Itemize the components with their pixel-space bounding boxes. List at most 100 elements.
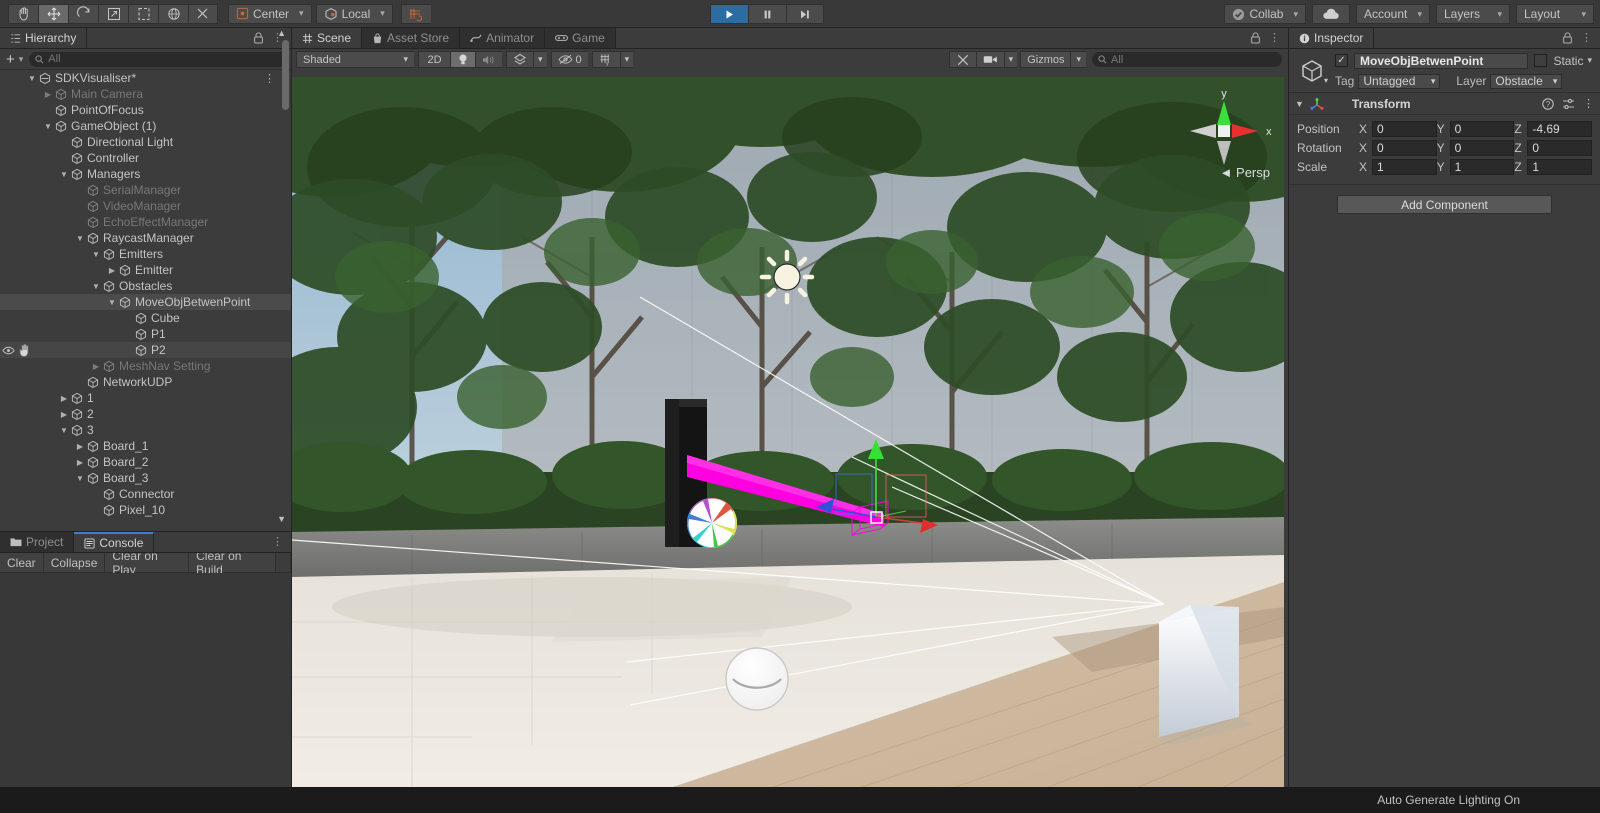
hierarchy-item-raycastmanager[interactable]: ▼ RaycastManager xyxy=(0,230,291,246)
hierarchy-item-pixel-10[interactable]: ▶Pixel_10 xyxy=(0,502,291,518)
hierarchy-item-pointoffocus[interactable]: ▶PointOfFocus xyxy=(0,102,291,118)
rotation-y-input[interactable]: 0 xyxy=(1449,139,1515,156)
cloud-button[interactable] xyxy=(1312,4,1350,24)
twod-toggle-button[interactable]: 2D xyxy=(418,51,450,68)
tab-hierarchy[interactable]: Hierarchy xyxy=(0,28,88,48)
hierarchy-item-meshnav-setting[interactable]: ▶ MeshNav Setting xyxy=(0,358,291,374)
tab-animator[interactable]: Animator xyxy=(460,28,546,48)
scene-audio-toggle[interactable] xyxy=(475,51,502,68)
foldout-expanded-icon[interactable]: ▼ xyxy=(58,170,70,179)
foldout-expanded-icon[interactable]: ▼ xyxy=(90,250,102,259)
foldout-collapsed-icon[interactable]: ▶ xyxy=(58,394,70,403)
draw-mode-dropdown[interactable]: Shaded ▾ xyxy=(296,51,414,68)
foldout-expanded-icon[interactable]: ▼ xyxy=(74,474,86,483)
preset-icon[interactable] xyxy=(1562,98,1575,110)
hierarchy-item-connector[interactable]: ▶Connector xyxy=(0,486,291,502)
gizmos-dropdown[interactable]: ▾ xyxy=(1070,51,1086,68)
move-tool-button[interactable] xyxy=(38,3,68,24)
tab-project[interactable]: Project xyxy=(0,532,75,552)
hierarchy-item-p1[interactable]: ▶P1 xyxy=(0,326,291,342)
account-button[interactable]: Account xyxy=(1356,4,1430,24)
rotate-tool-button[interactable] xyxy=(68,3,98,24)
scene-menu-icon[interactable]: ⋮ xyxy=(1269,33,1280,44)
foldout-collapsed-icon[interactable]: ▶ xyxy=(58,410,70,419)
foldout-expanded-icon[interactable]: ▼ xyxy=(74,234,86,243)
scale-y-input[interactable]: 1 xyxy=(1449,158,1515,175)
scene-lighting-toggle[interactable] xyxy=(450,51,475,68)
hierarchy-scroll-thumb[interactable] xyxy=(282,40,289,110)
console-log-area[interactable] xyxy=(0,573,291,813)
scene-grid-dropdown[interactable]: ▾ xyxy=(619,51,634,68)
hierarchy-item-p2[interactable]: ▶P2 xyxy=(0,342,291,358)
hierarchy-item-moveobjbetwenpoint[interactable]: ▼ MoveObjBetwenPoint xyxy=(0,294,291,310)
snap-grid-button[interactable] xyxy=(400,3,431,24)
tag-dropdown[interactable]: Untagged ▾ xyxy=(1358,73,1441,89)
hierarchy-item-sdkvisualiser[interactable]: ▼ SDKVisualiser* ⋮ xyxy=(0,70,291,86)
custom-tool-button[interactable] xyxy=(188,3,218,24)
collab-button[interactable]: Collab xyxy=(1224,4,1306,24)
position-x-input[interactable]: 0 xyxy=(1372,120,1437,137)
layout-button[interactable]: Layout xyxy=(1516,4,1594,24)
scene-fx-button[interactable] xyxy=(506,51,533,68)
scale-tool-button[interactable] xyxy=(98,3,128,24)
position-y-input[interactable]: 0 xyxy=(1449,120,1515,137)
play-button[interactable] xyxy=(710,4,748,24)
hierarchy-item-board-2[interactable]: ▶ Board_2 xyxy=(0,454,291,470)
scene-camera-dropdown[interactable]: ▾ xyxy=(1003,51,1018,68)
foldout-expanded-icon[interactable]: ▼ xyxy=(90,282,102,291)
create-dropdown-arrow-icon[interactable]: ▾ xyxy=(19,54,28,65)
tab-asset-store[interactable]: Asset Store xyxy=(362,28,461,48)
create-object-button[interactable]: + xyxy=(4,52,17,67)
foldout-expanded-icon[interactable]: ▼ xyxy=(42,122,54,131)
scale-z-input[interactable]: 1 xyxy=(1527,158,1593,175)
inspector-menu-icon[interactable]: ⋮ xyxy=(1581,33,1592,44)
lock-icon[interactable] xyxy=(253,32,264,44)
hierarchy-item-serialmanager[interactable]: ▶SerialManager xyxy=(0,182,291,198)
tab-scene[interactable]: Scene xyxy=(292,28,363,48)
pause-button[interactable] xyxy=(748,4,786,24)
visibility-toggle-group[interactable] xyxy=(2,342,31,358)
perspective-label[interactable]: ◄ Persp xyxy=(1220,165,1270,180)
scale-x-input[interactable]: 1 xyxy=(1372,158,1437,175)
lock-icon[interactable] xyxy=(1562,32,1573,44)
tab-game[interactable]: Game xyxy=(545,28,616,48)
foldout-collapsed-icon[interactable]: ▶ xyxy=(42,90,54,99)
scroll-up-arrow-icon[interactable]: ▲ xyxy=(277,28,286,38)
scene-tools-button[interactable] xyxy=(948,51,976,68)
console-clear-button[interactable]: Clear xyxy=(0,553,44,572)
hierarchy-tree[interactable]: ▼SDKVisualiser*⋮▶Main Camera▶PointOfFocu… xyxy=(0,70,291,531)
scene-fx-dropdown[interactable]: ▾ xyxy=(533,51,547,68)
hierarchy-item-emitter[interactable]: ▶ Emitter xyxy=(0,262,291,278)
scene-search-input[interactable]: All xyxy=(1092,52,1282,67)
hierarchy-item-managers[interactable]: ▼ Managers xyxy=(0,166,291,182)
object-name-field[interactable]: MoveObjBetwenPoint xyxy=(1354,52,1529,69)
layers-button[interactable]: Layers xyxy=(1436,4,1510,24)
hierarchy-item-board-1[interactable]: ▶ Board_1 xyxy=(0,438,291,454)
console-collapse-button[interactable]: Collapse xyxy=(43,553,106,572)
console-clear-on-build-button[interactable]: Clear on Build xyxy=(189,549,276,577)
foldout-expanded-icon[interactable]: ▼ xyxy=(58,426,70,435)
tab-console[interactable]: Console xyxy=(74,532,155,552)
foldout-collapsed-icon[interactable]: ▶ xyxy=(106,266,118,275)
help-icon[interactable]: ? xyxy=(1542,97,1554,110)
transform-tool-button[interactable] xyxy=(158,3,188,24)
pivot-rotation-button[interactable]: Local xyxy=(315,3,393,24)
scene-viewport[interactable]: y x ◄ Persp xyxy=(292,77,1284,804)
component-foldout-arrow-icon[interactable]: ▼ xyxy=(1295,99,1304,109)
hierarchy-item-main-camera[interactable]: ▶ Main Camera xyxy=(0,86,291,102)
hierarchy-item-obstacles[interactable]: ▼ Obstacles xyxy=(0,278,291,294)
scene-lock-icon[interactable] xyxy=(1250,32,1261,44)
hierarchy-item-emitters[interactable]: ▼ Emitters xyxy=(0,246,291,262)
hierarchy-item-networkudp[interactable]: ▶NetworkUDP xyxy=(0,374,291,390)
hierarchy-item-directional-light[interactable]: ▶Directional Light xyxy=(0,134,291,150)
add-component-button[interactable]: Add Component xyxy=(1337,195,1552,214)
tab-inspector[interactable]: Inspector xyxy=(1289,28,1375,48)
console-clear-on-play-button[interactable]: Clear on Play xyxy=(105,549,190,577)
hierarchy-item-2[interactable]: ▶ 2 xyxy=(0,406,291,422)
console-menu-icon[interactable]: ⋮ xyxy=(272,537,283,548)
object-enabled-checkbox[interactable]: ✓ xyxy=(1335,54,1348,67)
rect-tool-button[interactable] xyxy=(128,3,158,24)
foldout-collapsed-icon[interactable]: ▶ xyxy=(90,362,102,371)
foldout-expanded-icon[interactable]: ▼ xyxy=(26,74,38,83)
layer-dropdown[interactable]: Obstacle ▾ xyxy=(1490,73,1563,89)
